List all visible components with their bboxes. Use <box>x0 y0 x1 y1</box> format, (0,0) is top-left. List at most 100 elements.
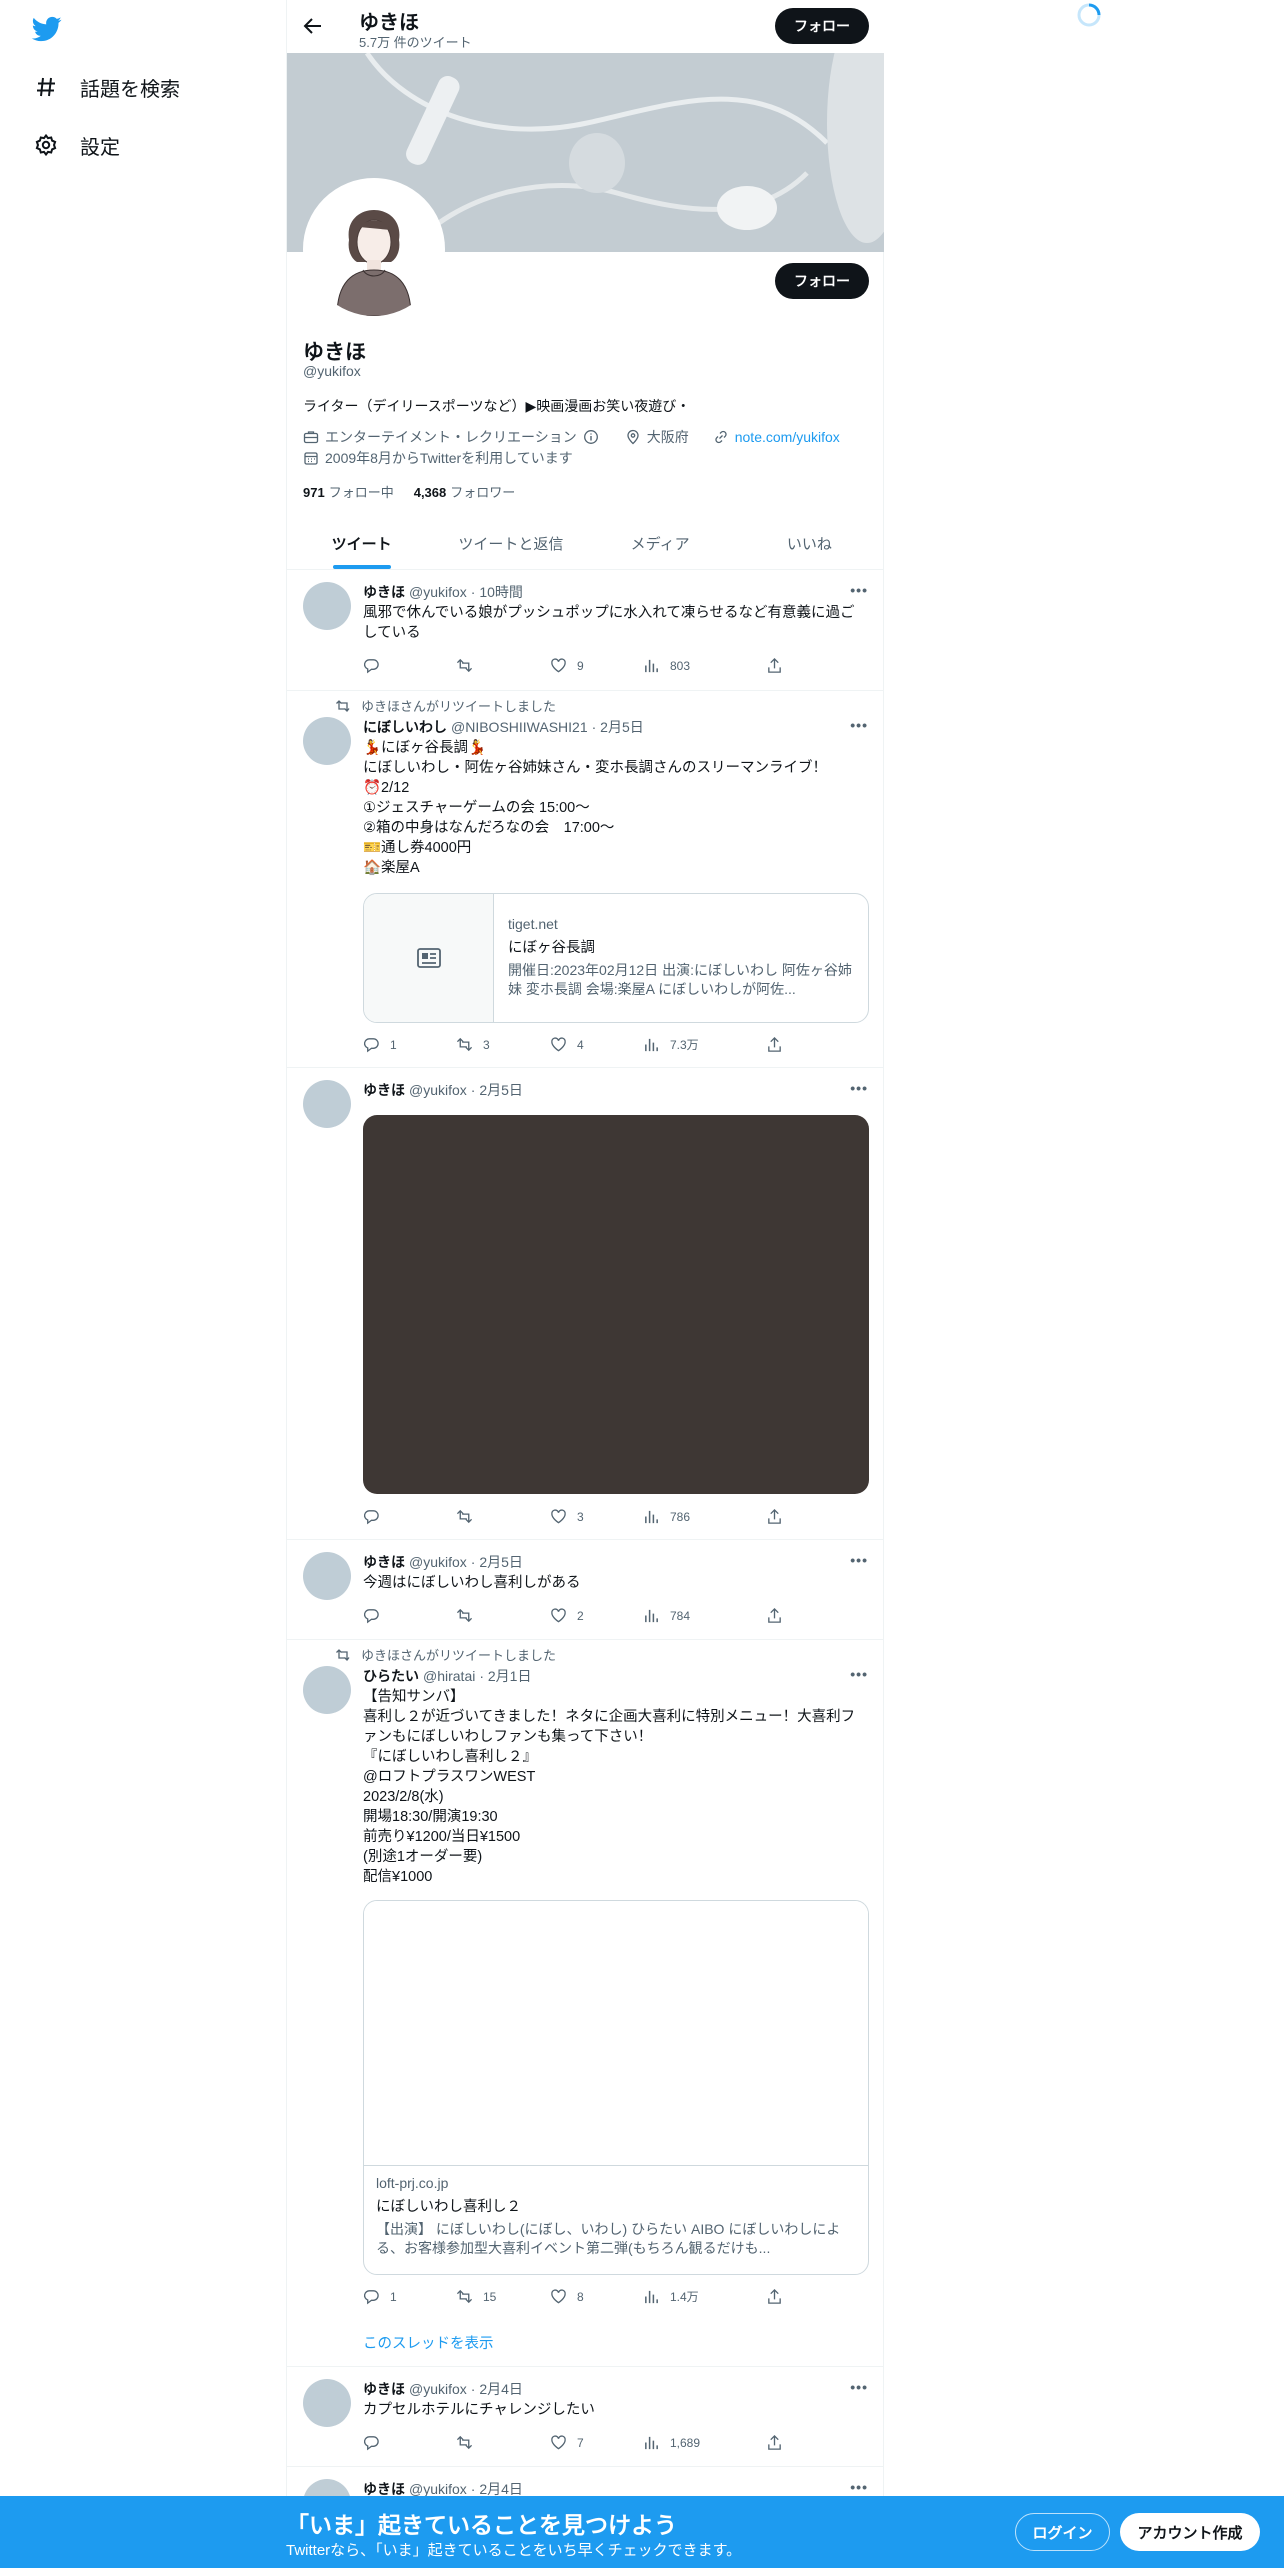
views-button[interactable]: 786 <box>643 1508 690 1525</box>
profile-name: ゆきほ <box>303 341 366 364</box>
tweet-time[interactable]: · 2月5日 <box>471 1080 523 1100</box>
tweet-time[interactable]: · 2月5日 <box>471 1552 523 1572</box>
views-button[interactable]: 784 <box>643 1607 690 1624</box>
nav-explore[interactable]: 話題を検索 <box>34 67 180 107</box>
reply-button[interactable] <box>363 1607 390 1624</box>
reply-icon <box>363 1607 380 1624</box>
tab-likes[interactable]: いいね <box>735 517 884 569</box>
retweet-button[interactable] <box>456 657 483 674</box>
profile-meta-row: エンターテイメント・レクリエーション 大阪府 note.com/yukifox <box>303 427 840 447</box>
retweet-button[interactable] <box>456 2434 483 2451</box>
tab-tweets[interactable]: ツイート <box>287 517 436 569</box>
tweet[interactable]: ゆきほ @yukifox · 10時間 ••• 風邪で休んでいる娘がプッシュポッ… <box>287 570 884 691</box>
back-arrow-icon[interactable] <box>301 14 325 38</box>
views-icon <box>643 1036 660 1053</box>
profile-joined-row: 2009年8月からTwitterを利用しています <box>303 448 573 468</box>
following-link[interactable]: 971 フォロー中 <box>303 482 394 501</box>
share-button[interactable] <box>766 657 783 674</box>
tweet-avatar[interactable] <box>303 2379 351 2427</box>
retweeted-by-text[interactable]: ゆきほさんがリツイートしました <box>361 1645 556 1664</box>
header-follow-button[interactable]: フォロー <box>775 8 869 44</box>
profile-follow-button[interactable]: フォロー <box>775 263 869 299</box>
nav-settings[interactable]: 設定 <box>34 125 120 165</box>
tweet-author-handle[interactable]: @yukifox <box>409 1082 467 1098</box>
more-options-icon[interactable]: ••• <box>850 1552 868 1568</box>
views-button[interactable]: 1,689 <box>643 2434 700 2451</box>
like-button[interactable]: 9 <box>550 657 584 674</box>
views-button[interactable]: 1.4万 <box>643 2288 699 2305</box>
tab-media[interactable]: メディア <box>586 517 735 569</box>
more-options-icon[interactable]: ••• <box>850 582 868 598</box>
tweet-author-handle[interactable]: @hiratai <box>423 1668 475 1684</box>
tweet-author-handle[interactable]: @yukifox <box>409 2481 467 2497</box>
nav-settings-label: 設定 <box>80 136 120 159</box>
tweet-time[interactable]: · 2月1日 <box>479 1666 531 1686</box>
more-options-icon[interactable]: ••• <box>850 1666 868 1682</box>
tweet-author-handle[interactable]: @NIBOSHIIWASHI21 <box>451 719 588 735</box>
share-button[interactable] <box>766 1607 783 1624</box>
tweet-author-handle[interactable]: @yukifox <box>409 584 467 600</box>
share-button[interactable] <box>766 2288 783 2305</box>
tweet-author-handle[interactable]: @yukifox <box>409 2381 467 2397</box>
share-button[interactable] <box>766 2434 783 2451</box>
login-button[interactable]: ログイン <box>1015 2513 1110 2551</box>
retweet-button[interactable]: 15 <box>456 2288 496 2305</box>
tweet-author-name[interactable]: ゆきほ <box>363 1080 405 1100</box>
tweet-author-name[interactable]: ひらたい <box>363 1666 419 1686</box>
followers-link[interactable]: 4,368 フォロワー <box>414 482 516 501</box>
link-card[interactable]: tiget.net にぼヶ谷長調 開催日:2023年02月12日 出演:にぼしい… <box>363 893 869 1023</box>
reply-button[interactable] <box>363 657 390 674</box>
reply-button[interactable] <box>363 2434 390 2451</box>
like-icon <box>550 2288 567 2305</box>
tweet-time[interactable]: · 2月4日 <box>471 2379 523 2399</box>
tweet-avatar[interactable] <box>303 1080 351 1128</box>
link-card[interactable]: loft-prj.co.jp にぼしいわし喜利し２ 【出演】 にぼしいわし(にぼ… <box>363 1900 869 2275</box>
like-button[interactable]: 7 <box>550 2434 584 2451</box>
reply-button[interactable] <box>363 1508 390 1525</box>
tweet-header: ひらたい @hiratai · 2月1日 <box>363 1666 531 1686</box>
show-thread-link[interactable]: このスレッドを表示 <box>363 2332 494 2353</box>
tweet-avatar[interactable] <box>303 582 351 630</box>
info-icon[interactable] <box>583 429 599 445</box>
tweet-time[interactable]: · 2月5日 <box>592 717 644 737</box>
tweet[interactable]: ゆきほさんがリツイートしました にぼしいわし @NIBOSHIIWASHI21 … <box>287 691 884 1068</box>
signup-button[interactable]: アカウント作成 <box>1120 2513 1260 2551</box>
retweet-button[interactable]: 3 <box>456 1036 490 1053</box>
more-options-icon[interactable]: ••• <box>850 717 868 733</box>
tweet-author-name[interactable]: にぼしいわし <box>363 717 447 737</box>
reply-button[interactable]: 1 <box>363 2288 397 2305</box>
like-button[interactable]: 3 <box>550 1508 584 1525</box>
tweet[interactable]: ゆきほ @yukifox · 2月5日 ••• 3 786 <box>287 1068 884 1540</box>
tweet-time[interactable]: · 10時間 <box>471 582 523 602</box>
tweet[interactable]: ゆきほ @yukifox · 2月5日 ••• 今週はにぼしいわし喜利しがある … <box>287 1540 884 1640</box>
views-button[interactable]: 7.3万 <box>643 1036 699 1053</box>
tweet-avatar[interactable] <box>303 1666 351 1714</box>
profile-website-link[interactable]: note.com/yukifox <box>735 429 840 445</box>
more-options-icon[interactable]: ••• <box>850 2379 868 2395</box>
profile-location: 大阪府 <box>646 429 689 445</box>
like-button[interactable]: 4 <box>550 1036 584 1053</box>
like-button[interactable]: 8 <box>550 2288 584 2305</box>
twitter-logo-icon[interactable] <box>30 14 64 44</box>
profile-avatar[interactable] <box>303 178 445 320</box>
share-button[interactable] <box>766 1036 783 1053</box>
tab-tweets-and-replies[interactable]: ツイートと返信 <box>436 517 585 569</box>
like-button[interactable]: 2 <box>550 1607 584 1624</box>
tweet-author-name[interactable]: ゆきほ <box>363 1552 405 1572</box>
tweet-avatar[interactable] <box>303 1552 351 1600</box>
tweet[interactable]: ゆきほ @yukifox · 2月4日 ••• カプセルホテルにチャレンジしたい… <box>287 2367 884 2467</box>
reply-button[interactable]: 1 <box>363 1036 397 1053</box>
tweet-author-name[interactable]: ゆきほ <box>363 582 405 602</box>
tweet[interactable]: ゆきほさんがリツイートしました ひらたい @hiratai · 2月1日 •••… <box>287 1640 884 2367</box>
share-button[interactable] <box>766 1508 783 1525</box>
tweet-author-handle[interactable]: @yukifox <box>409 1554 467 1570</box>
more-options-icon[interactable]: ••• <box>850 1080 868 1096</box>
views-button[interactable]: 803 <box>643 657 690 674</box>
retweeted-by-text[interactable]: ゆきほさんがリツイートしました <box>361 696 556 715</box>
more-options-icon[interactable]: ••• <box>850 2479 868 2495</box>
retweet-button[interactable] <box>456 1607 483 1624</box>
tweet-author-name[interactable]: ゆきほ <box>363 2379 405 2399</box>
tweet-media-image[interactable] <box>363 1115 869 1494</box>
tweet-avatar[interactable] <box>303 717 351 765</box>
retweet-button[interactable] <box>456 1508 483 1525</box>
